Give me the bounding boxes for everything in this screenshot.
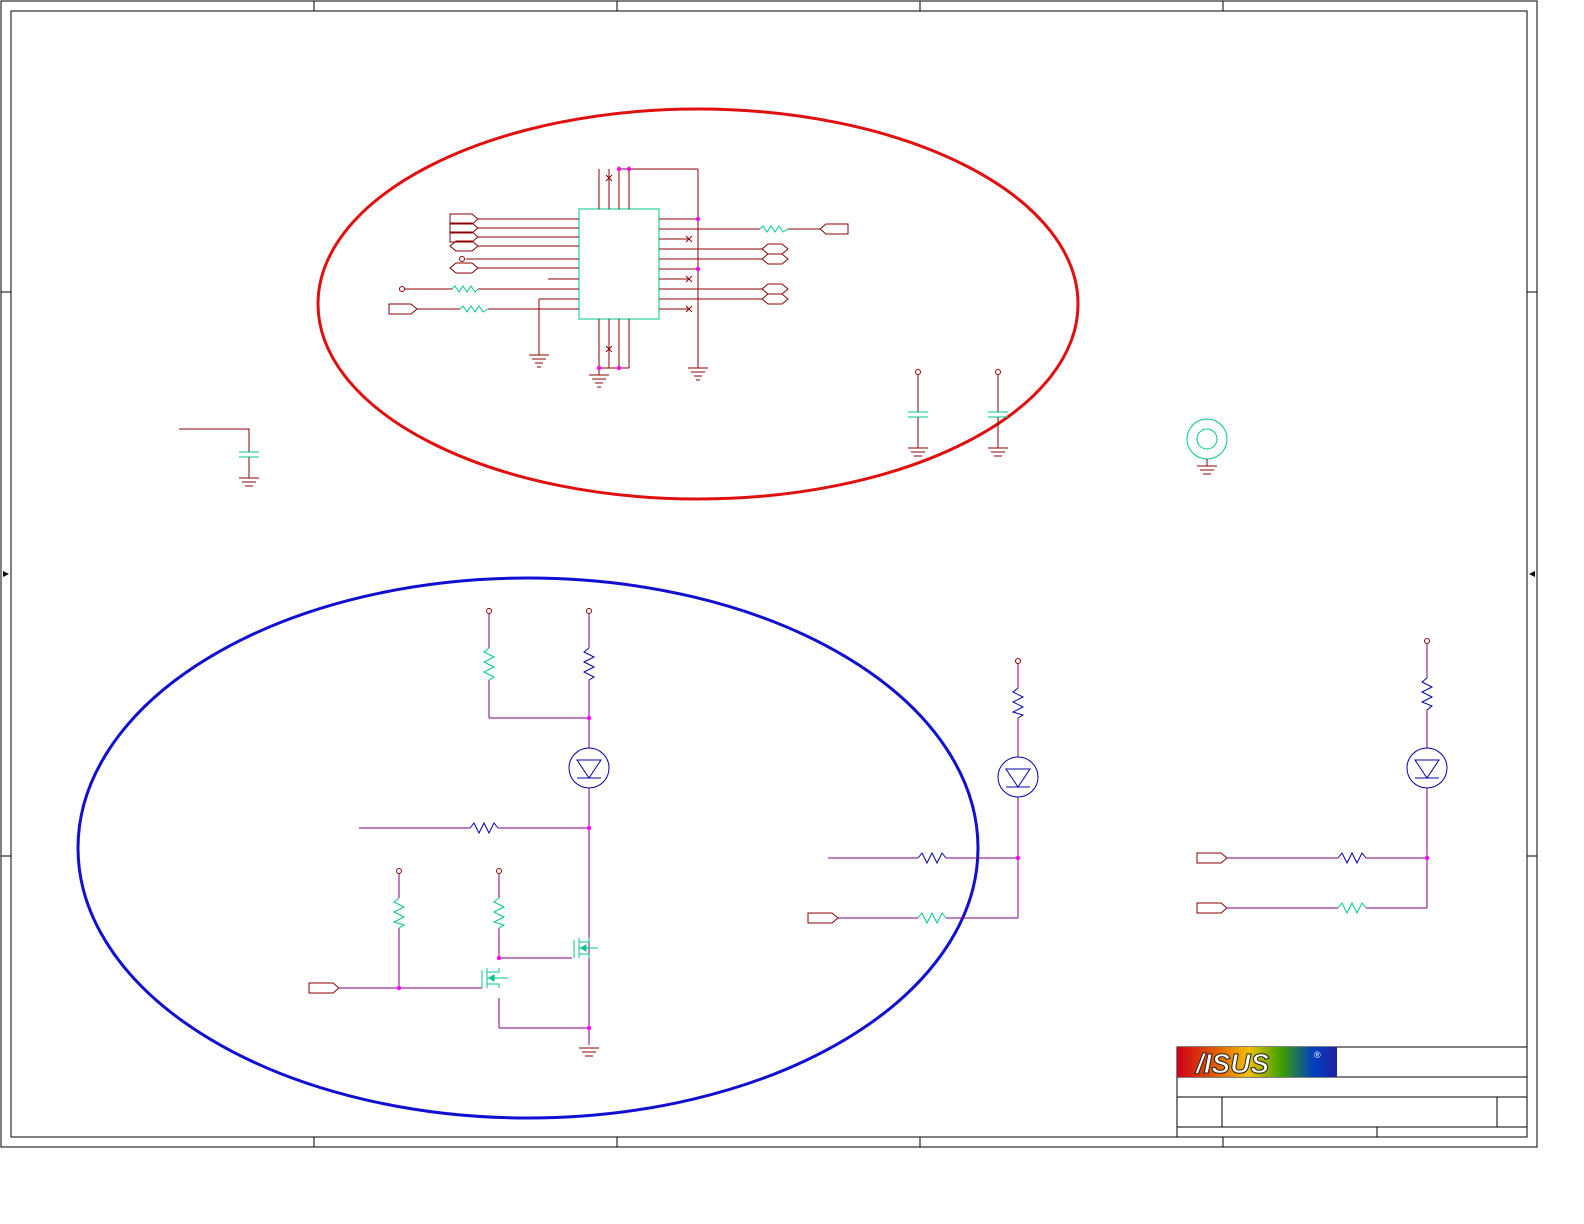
led-diode-icon: [568, 747, 610, 789]
ground-icon: [529, 354, 549, 368]
asus-logo: /ISUS ®: [1177, 1047, 1337, 1080]
led-diode-icon: [1406, 747, 1448, 789]
ic-vertical-pins: [598, 169, 630, 375]
n-mosfet-icon: [481, 968, 508, 988]
ic-right-resistor: [759, 225, 789, 233]
ic-right-nets: [619, 168, 820, 368]
led-circuit-right: [1196, 638, 1448, 915]
ic-chip: [578, 208, 660, 320]
decoupling-capacitor-1: [908, 369, 928, 457]
ground-icon: [688, 367, 708, 381]
standalone-capacitor: [179, 428, 259, 487]
ground-icon: [589, 374, 609, 388]
decoupling-capacitor-2: [988, 369, 1008, 457]
ic-left-ports: [388, 213, 479, 315]
ic-left-resistors: [451, 285, 489, 313]
logo-registered-mark: ®: [1314, 1050, 1321, 1060]
led-circuit-middle: [807, 658, 1039, 925]
center-arrow-marks: [3, 571, 1535, 577]
ic-right-ports: [761, 223, 849, 305]
n-mosfet-icon: [573, 938, 598, 958]
schematic-sheet: /ISUS ®: [0, 0, 1538, 1148]
ic-left-nets: [405, 218, 579, 355]
mounting-hole-icon: [1186, 418, 1228, 475]
led-diode-icon: [997, 756, 1039, 798]
sheet-border: [0, 0, 1538, 1148]
led-driver-circuit: [308, 608, 610, 1057]
highlight-ellipse-bottom: [76, 576, 980, 1120]
logo-wordmark: /ISUS: [1194, 1048, 1269, 1079]
